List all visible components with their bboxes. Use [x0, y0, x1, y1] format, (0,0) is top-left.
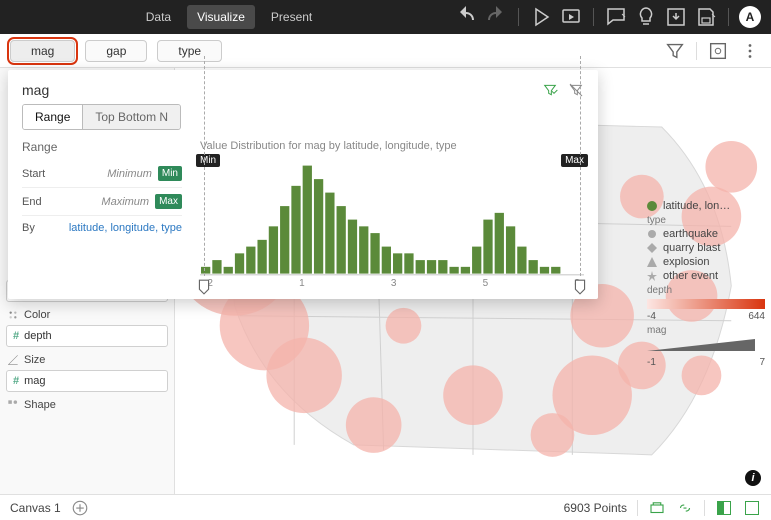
filter-chip-gap[interactable]: gap	[85, 40, 147, 62]
data-panel-icon[interactable]	[707, 40, 729, 62]
layout-half-icon[interactable]	[715, 499, 733, 517]
range-by-link[interactable]: latitude, longitude, type	[69, 222, 182, 234]
comment-icon[interactable]	[604, 5, 628, 29]
distribution-chart-title: Value Distribution for mag by latitude, …	[200, 140, 584, 152]
size-section-label: Size	[24, 354, 45, 366]
status-bar: Canvas 1 6903 Points	[0, 494, 771, 520]
clear-filter-icon[interactable]	[568, 82, 584, 98]
point-count: 6903 Points	[564, 501, 627, 515]
export-icon[interactable]	[664, 5, 688, 29]
range-end-badge[interactable]: Max	[155, 194, 182, 209]
range-start-placeholder[interactable]: Minimum	[107, 168, 152, 180]
color-section-label: Color	[24, 309, 50, 321]
filter-popover: mag Range Top Bottom N Range Start Minim…	[8, 70, 598, 299]
layout-full-icon[interactable]	[743, 499, 761, 517]
legend-type-3: other event	[663, 270, 718, 282]
canvas-name[interactable]: Canvas 1	[10, 501, 61, 515]
main-toolbar: Data Visualize Present A	[0, 0, 771, 34]
range-start-badge[interactable]: Min	[158, 166, 182, 181]
chart-min-tag: Min	[196, 154, 220, 167]
legend-mag-min: -1	[647, 357, 656, 368]
legend-mag-wedge	[647, 338, 765, 352]
legend-type-1: quarry blast	[663, 242, 720, 254]
nav-tab-visualize[interactable]: Visualize	[187, 5, 255, 29]
size-well-field: mag	[24, 375, 45, 387]
filter-funnel-icon[interactable]	[664, 40, 686, 62]
add-canvas-icon[interactable]	[71, 499, 89, 517]
save-icon[interactable]	[694, 5, 718, 29]
popover-title: mag	[22, 82, 49, 98]
range-end-placeholder[interactable]: Maximum	[101, 196, 149, 208]
nav-tab-present[interactable]: Present	[261, 5, 322, 29]
segment-topn[interactable]: Top Bottom N	[82, 105, 180, 129]
filter-chip-type[interactable]: type	[157, 40, 222, 62]
nav-tab-data[interactable]: Data	[136, 5, 181, 29]
range-slider-handle-min[interactable]	[198, 279, 210, 295]
range-topn-segment: Range Top Bottom N	[22, 104, 181, 130]
legend-type-title: type	[647, 215, 765, 226]
legend-depth-min: -4	[647, 311, 656, 322]
legend: latitude, lon… type earthquake quarry bl…	[647, 198, 765, 368]
legend-mag-title: mag	[647, 325, 765, 336]
shape-section-label: Shape	[24, 399, 56, 411]
preview-icon[interactable]	[559, 5, 583, 29]
filter-bar: mag gap type	[0, 34, 771, 68]
segment-range[interactable]: Range	[23, 105, 82, 129]
avatar[interactable]: A	[739, 6, 761, 28]
legend-type-0: earthquake	[663, 228, 718, 240]
range-end-label: End	[22, 196, 42, 208]
color-well-depth[interactable]: # depth	[6, 325, 168, 347]
info-icon[interactable]: i	[745, 470, 761, 486]
overflow-menu-icon[interactable]	[739, 40, 761, 62]
brush-link-icon[interactable]	[676, 499, 694, 517]
legend-depth-gradient	[647, 299, 765, 309]
color-well-field: depth	[24, 330, 52, 342]
size-well-mag[interactable]: # mag	[6, 370, 168, 392]
play-icon[interactable]	[529, 5, 553, 29]
filter-chip-mag[interactable]: mag	[10, 40, 75, 62]
legend-type-2: explosion	[663, 256, 709, 268]
legend-mag-max: 7	[759, 357, 765, 368]
legend-depth-max: 644	[748, 311, 765, 322]
undo-icon[interactable]	[454, 5, 478, 29]
range-by-label: By	[22, 222, 35, 234]
legend-depth-title: depth	[647, 285, 765, 296]
range-start-label: Start	[22, 168, 45, 180]
range-section-title: Range	[22, 140, 182, 154]
keep-filter-icon[interactable]	[542, 82, 558, 98]
legend-series-label: latitude, lon…	[663, 200, 730, 212]
lightbulb-icon[interactable]	[634, 5, 658, 29]
autovis-icon[interactable]	[648, 499, 666, 517]
chart-max-tag: Max	[561, 154, 588, 167]
redo-icon[interactable]	[484, 5, 508, 29]
distribution-chart[interactable]: Min Max	[200, 156, 584, 276]
range-slider-handle-max[interactable]	[574, 279, 586, 295]
